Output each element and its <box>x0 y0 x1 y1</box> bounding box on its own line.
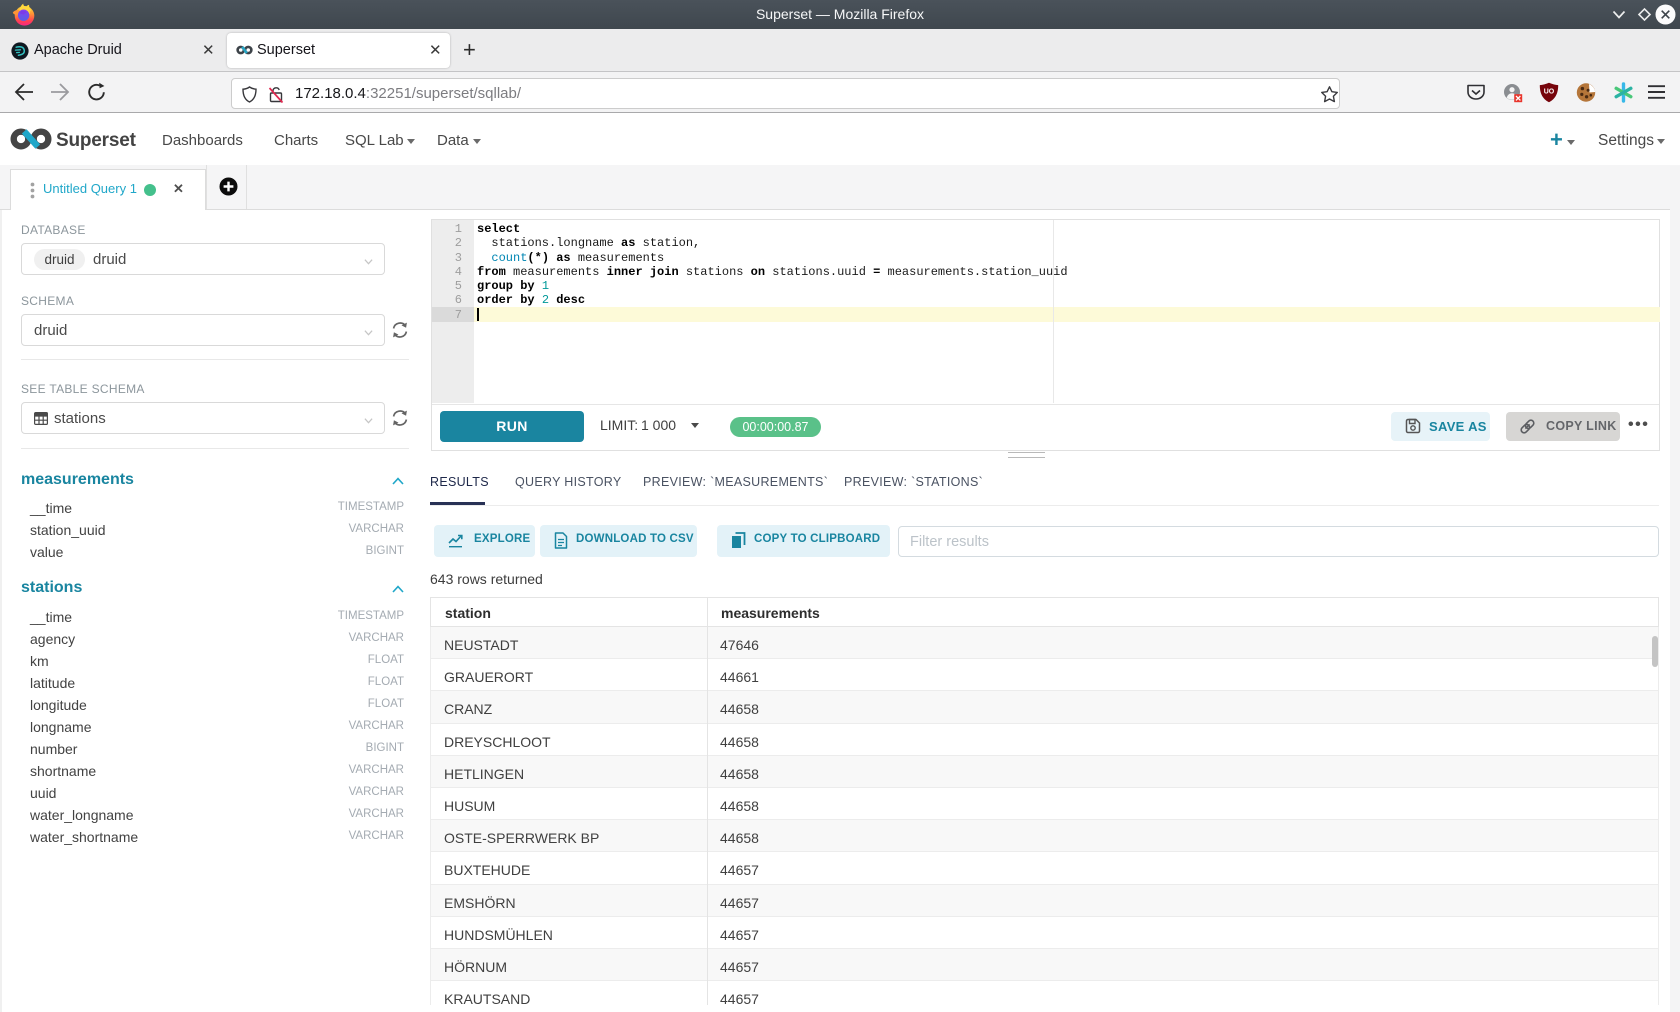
svg-text:UO: UO <box>1544 89 1555 96</box>
